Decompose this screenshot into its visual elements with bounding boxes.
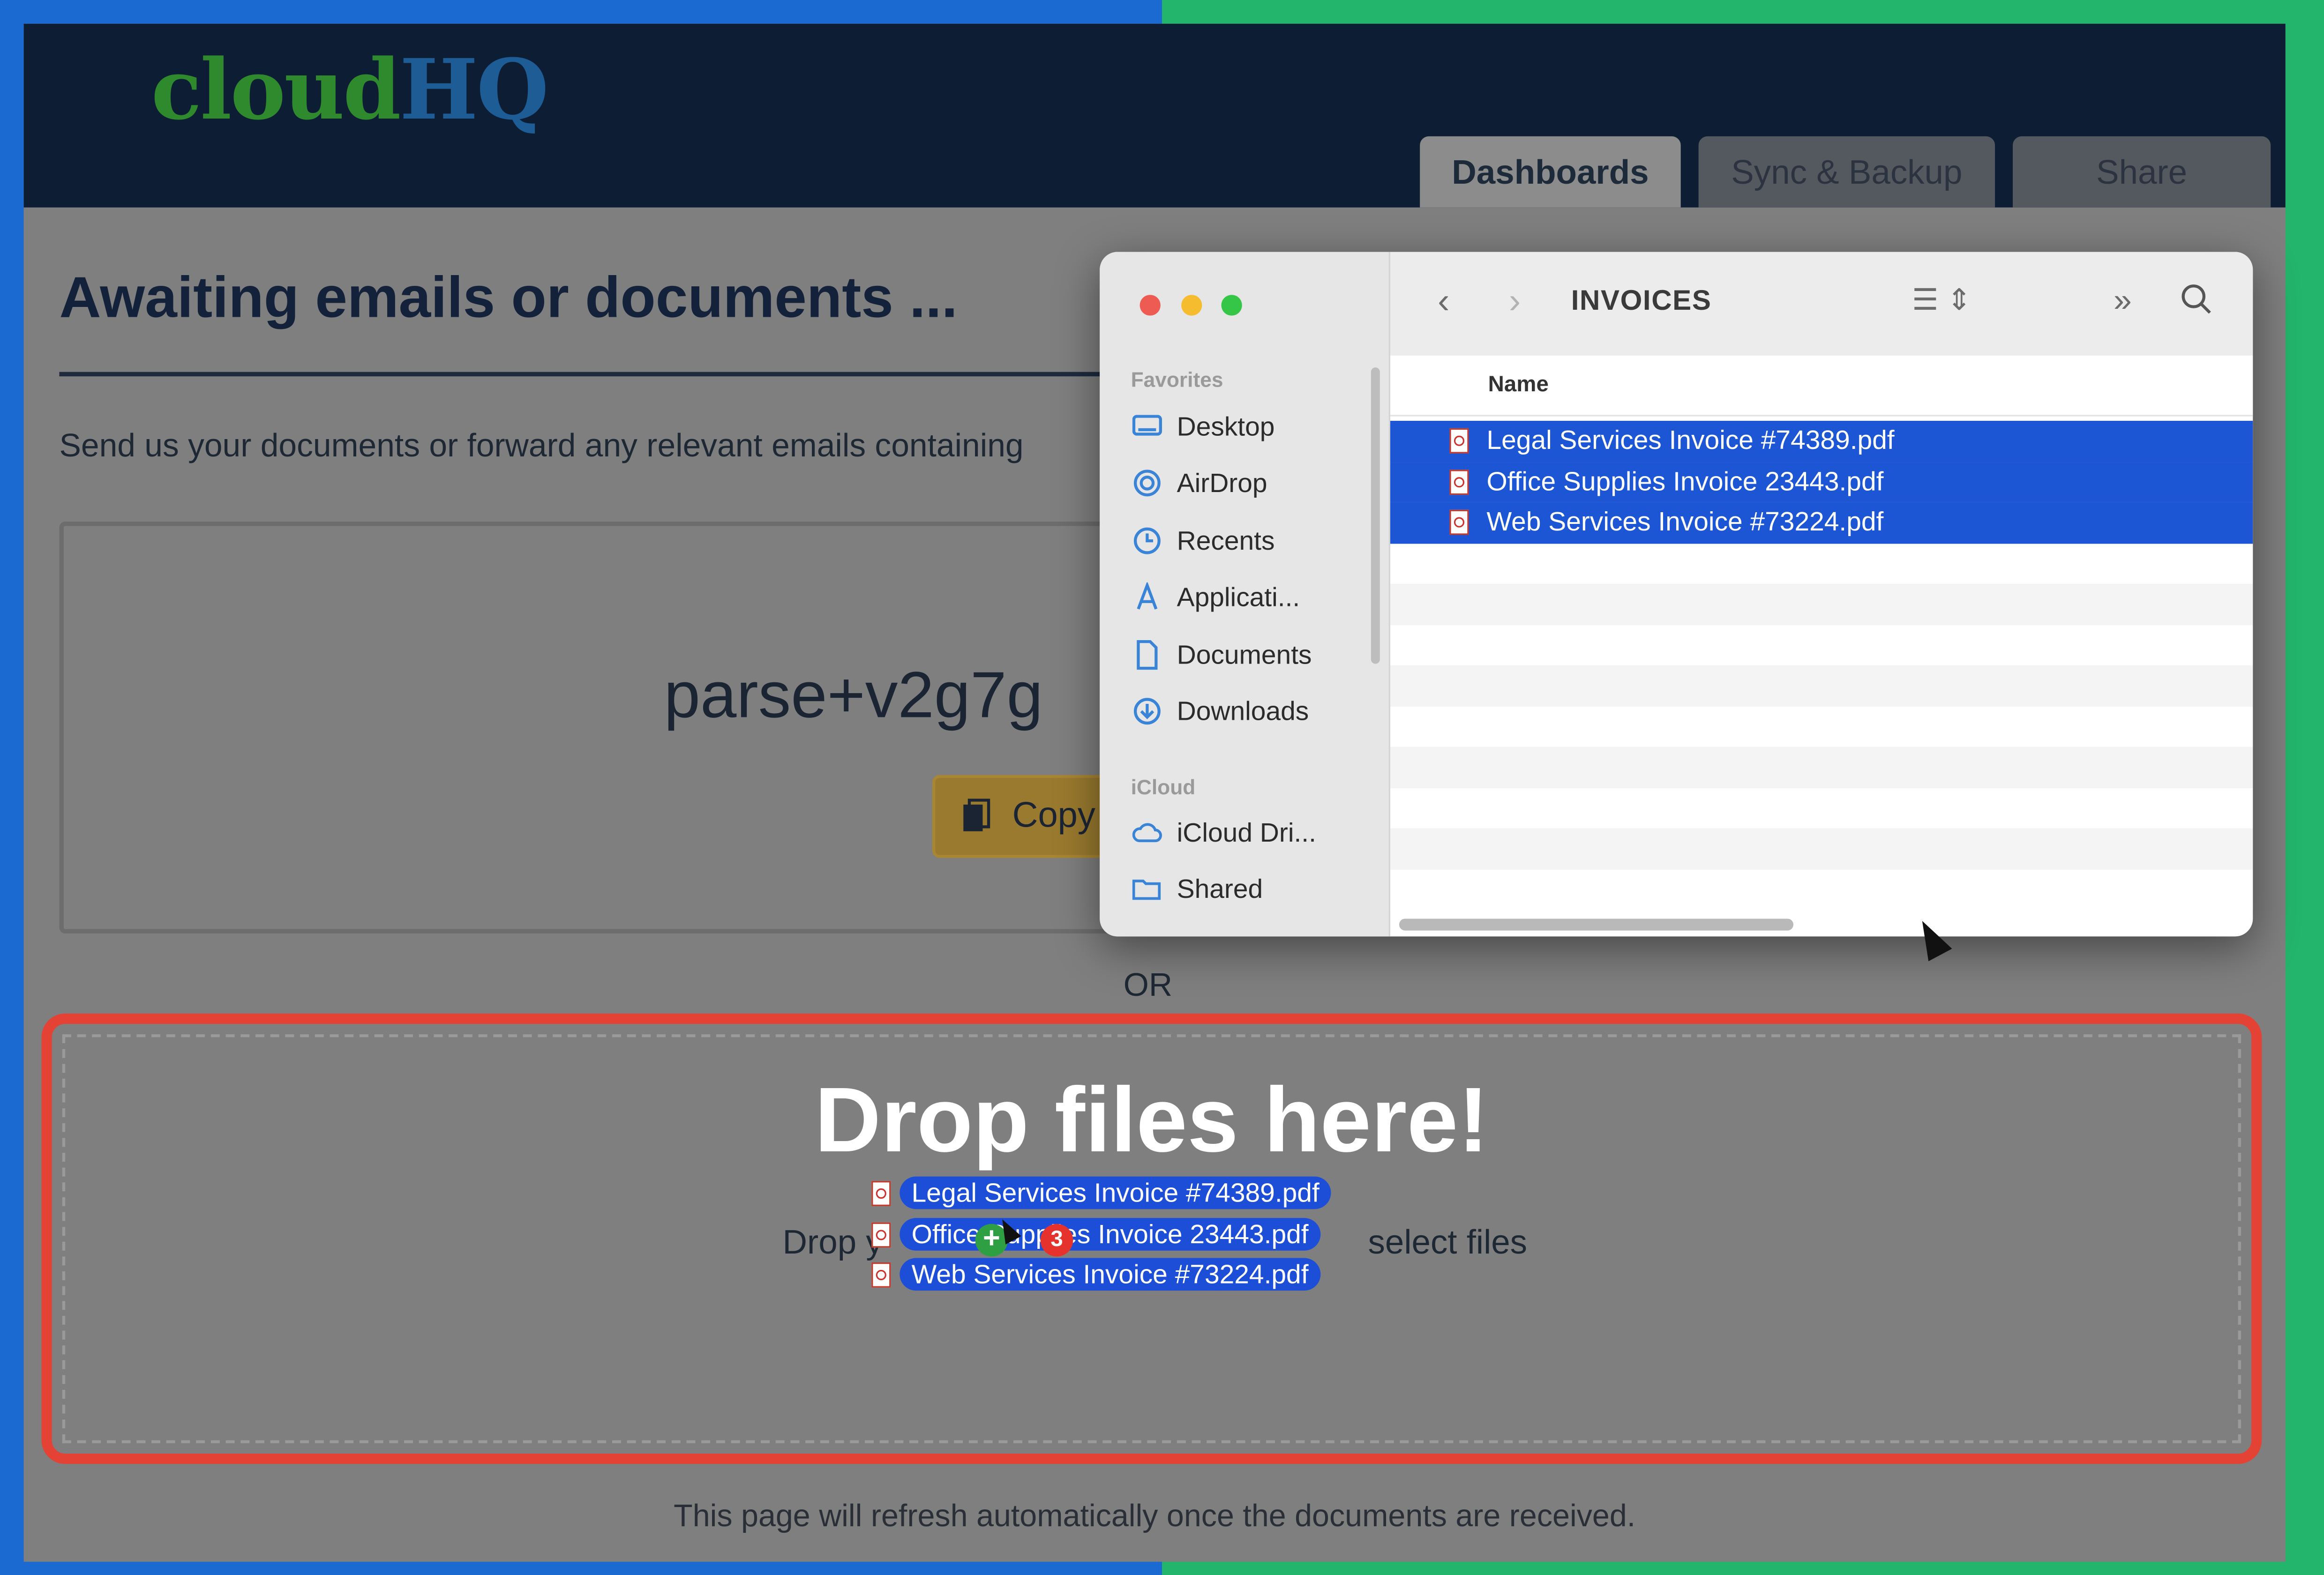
sidebar-item-documents[interactable]: Documents [1132, 637, 1312, 673]
dragged-file-2: Office Supplies Invoice 23443.pdf [871, 1218, 1320, 1251]
file-list: Legal Services Invoice #74389.pdf Office… [1390, 421, 2253, 910]
sidebar-item-airdrop[interactable]: AirDrop [1132, 465, 1267, 501]
file-name: Office Supplies Invoice 23443.pdf [1486, 466, 1884, 496]
applications-icon [1132, 582, 1162, 612]
tab-sync-backup[interactable]: Sync & Backup [1698, 136, 1995, 208]
sidebar-item-recents[interactable]: Recents [1132, 523, 1274, 559]
shared-folder-icon [1132, 874, 1162, 904]
forward-chevron-icon[interactable]: › [1509, 282, 1521, 323]
sidebar-item-icloud-drive[interactable]: iCloud Dri... [1132, 815, 1316, 851]
parse-email-address: parse+v2g7g [664, 659, 1043, 732]
finder-toolbar: ‹ › INVOICES ☰ ⇕ » [1390, 252, 2253, 356]
favorites-section-label: Favorites [1131, 367, 1223, 391]
dragged-file-3: Web Services Invoice #73224.pdf [871, 1258, 1320, 1291]
minimize-window-button[interactable] [1181, 295, 1202, 316]
tab-share[interactable]: Share [2012, 136, 2271, 208]
empty-row [1390, 543, 2253, 584]
file-row[interactable]: Legal Services Invoice #74389.pdf [1390, 421, 2253, 462]
download-icon [1132, 696, 1162, 726]
more-chevrons-icon[interactable]: » [2114, 282, 2132, 320]
dragged-file-name: Legal Services Invoice #74389.pdf [900, 1176, 1332, 1209]
file-name: Web Services Invoice #73224.pdf [1486, 507, 1884, 537]
sidebar-item-downloads[interactable]: Downloads [1132, 694, 1309, 729]
empty-row [1390, 624, 2253, 665]
close-window-button[interactable] [1140, 295, 1161, 316]
clock-icon [1132, 526, 1162, 556]
sidebar-item-shared[interactable]: Shared [1132, 871, 1263, 907]
airdrop-icon [1132, 468, 1162, 498]
cloudhq-logo[interactable]: cloudHQ [151, 42, 549, 140]
pdf-icon [1449, 428, 1469, 454]
finder-sidebar: Favorites Desktop AirDrop Recents Applic… [1100, 252, 1390, 937]
search-icon[interactable] [2179, 282, 2214, 328]
horizontal-scrollbar[interactable] [1399, 918, 1794, 931]
finder-window[interactable]: Favorites Desktop AirDrop Recents Applic… [1100, 252, 2253, 937]
dragged-file-name: Web Services Invoice #73224.pdf [900, 1258, 1320, 1291]
drag-count-badge: 3 [1040, 1224, 1073, 1257]
clipboard-icon [963, 799, 990, 831]
back-chevron-icon[interactable]: ‹ [1438, 282, 1449, 323]
icloud-section-label: iCloud [1131, 775, 1196, 799]
empty-row [1390, 787, 2253, 829]
sidebar-item-applications[interactable]: Applicati... [1132, 579, 1300, 615]
empty-row [1390, 583, 2253, 625]
or-separator: OR [1123, 966, 1173, 1003]
copy-label: Copy [1012, 795, 1095, 836]
empty-row [1390, 828, 2253, 869]
drop-zone-instructions-right[interactable]: select files [1368, 1223, 1528, 1262]
empty-row [1390, 869, 2253, 910]
drop-zone-instructions-left: Drop y [782, 1222, 883, 1261]
document-icon [1132, 640, 1162, 670]
folder-title: INVOICES [1571, 286, 1712, 317]
cloud-icon [1132, 818, 1162, 847]
file-row[interactable]: Office Supplies Invoice 23443.pdf [1390, 461, 2253, 502]
email-address-box: parse+v2g7g Copy [59, 522, 1140, 934]
empty-row [1390, 746, 2253, 788]
refresh-notice: This page will refresh automatically onc… [674, 1499, 1636, 1534]
file-row[interactable]: Web Services Invoice #73224.pdf [1390, 502, 2253, 543]
empty-row [1390, 665, 2253, 706]
sidebar-item-desktop[interactable]: Desktop [1132, 409, 1274, 445]
desktop-icon [1132, 412, 1162, 441]
dragged-file-1: Legal Services Invoice #74389.pdf [871, 1176, 1332, 1209]
pdf-icon [1449, 510, 1469, 536]
column-header[interactable]: Name [1390, 355, 2253, 417]
intro-text: Send us your documents or forward any re… [59, 426, 1024, 464]
dragged-file-name: Office Supplies Invoice 23443.pdf [900, 1218, 1320, 1251]
pdf-icon [1449, 469, 1469, 495]
zoom-window-button[interactable] [1221, 295, 1242, 316]
pdf-icon [871, 1180, 891, 1206]
cloudhq-header: cloudHQ Dashboards Sync & Backup Share [23, 23, 2286, 208]
pdf-icon [871, 1261, 891, 1287]
name-column-header[interactable]: Name [1488, 372, 1549, 397]
title-divider [59, 372, 1127, 377]
sidebar-scrollbar[interactable] [1371, 367, 1380, 664]
file-name: Legal Services Invoice #74389.pdf [1486, 425, 1895, 455]
page-title: Awaiting emails or documents ... [59, 267, 958, 331]
list-view-icon[interactable]: ☰ ⇕ [1912, 282, 1972, 319]
pdf-icon [871, 1222, 891, 1247]
drop-zone-title: Drop files here! [814, 1069, 1489, 1172]
tab-dashboards[interactable]: Dashboards [1420, 136, 1681, 208]
empty-row [1390, 706, 2253, 747]
finder-content: ‹ › INVOICES ☰ ⇕ » Name Legal Services I… [1390, 252, 2253, 937]
